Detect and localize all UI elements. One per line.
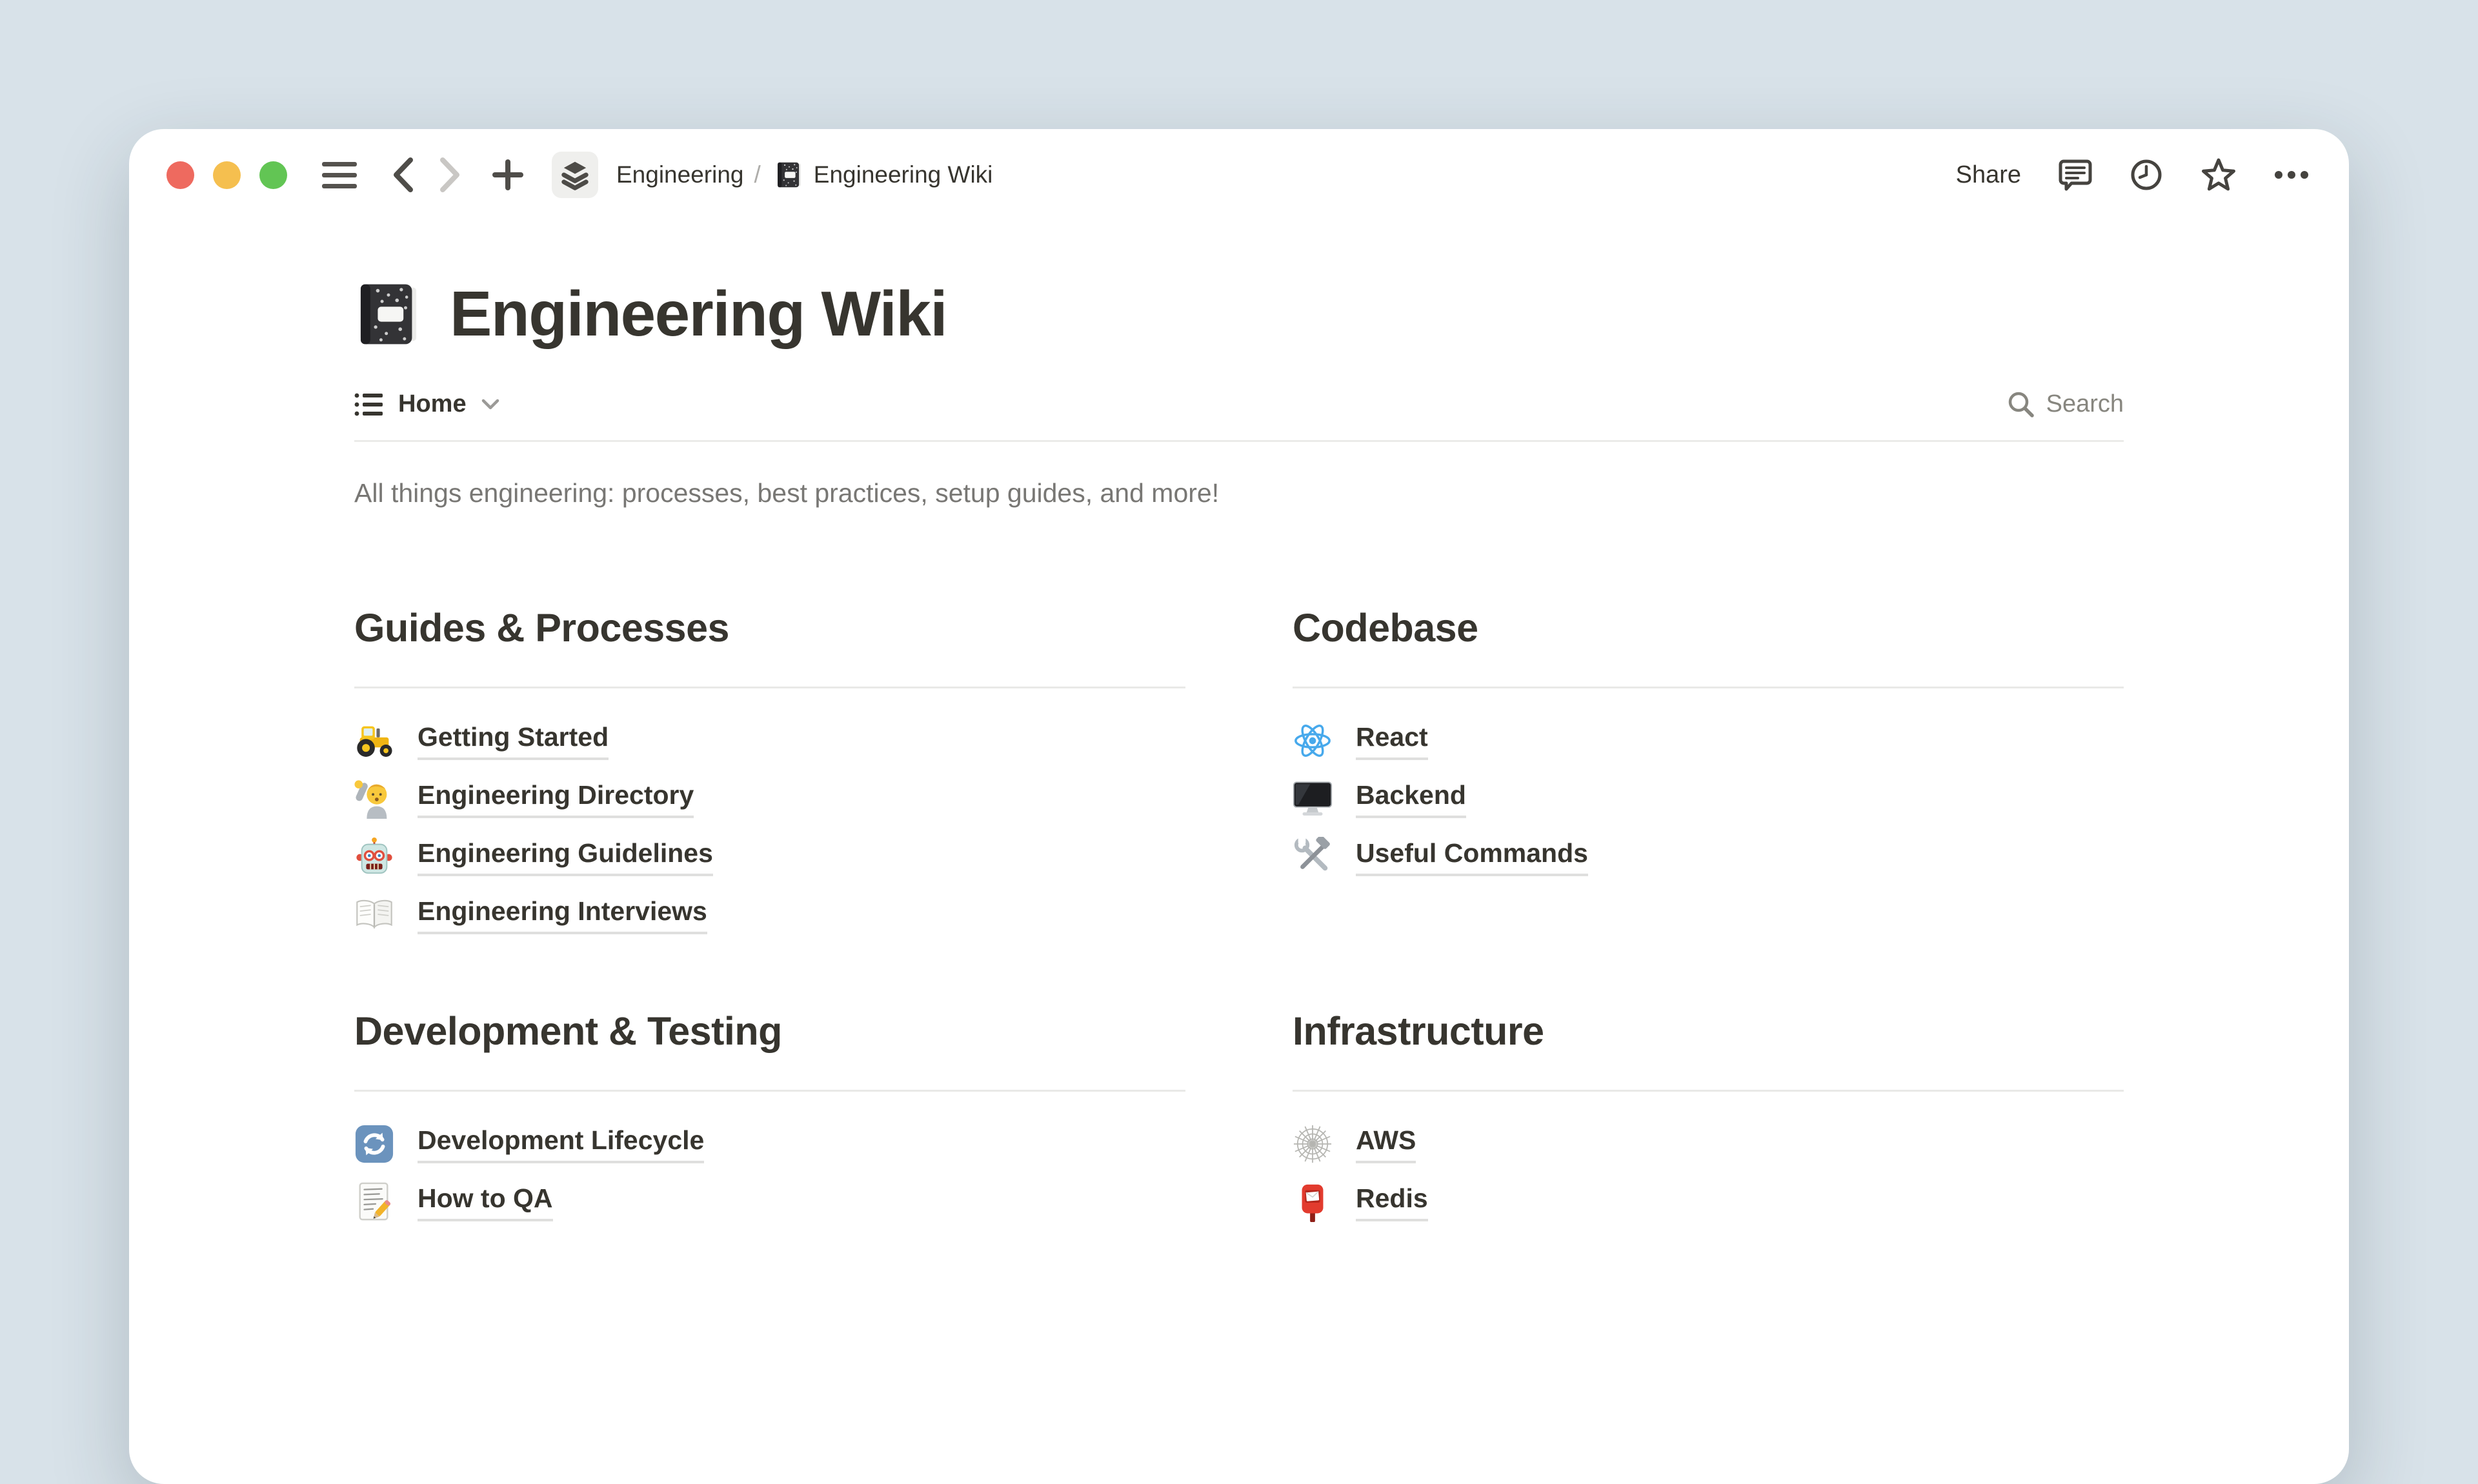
page-link-label: Engineering Guidelines xyxy=(418,838,713,876)
divider xyxy=(354,687,1185,688)
layers-icon xyxy=(559,159,591,191)
react-icon xyxy=(1293,721,1333,761)
window-titlebar: Engineering / Engineering Wiki Share xyxy=(129,129,2349,221)
page-link-label: Redis xyxy=(1356,1183,1428,1221)
page-link-label: Development Lifecycle xyxy=(418,1125,704,1163)
page-link-label: React xyxy=(1356,722,1428,760)
page-title[interactable]: Engineering Wiki xyxy=(450,277,947,350)
search-icon xyxy=(2008,391,2035,418)
page-link-useful-commands[interactable]: Useful Commands xyxy=(1293,828,2124,886)
more-options-icon[interactable] xyxy=(2274,170,2309,179)
memo-icon xyxy=(354,1182,394,1222)
section-title: Guides & Processes xyxy=(354,605,1185,650)
page-link-react[interactable]: React xyxy=(1293,712,2124,770)
bulleted-list-icon xyxy=(354,392,384,417)
page-link-getting-started[interactable]: Getting Started xyxy=(354,712,1185,770)
page-header: Engineering Wiki xyxy=(354,277,2124,350)
nav-back-icon[interactable] xyxy=(392,157,414,193)
search-label: Search xyxy=(2046,390,2124,418)
share-button[interactable]: Share xyxy=(1956,161,2021,189)
section-title: Development & Testing xyxy=(354,1008,1185,1054)
page-link-label: Getting Started xyxy=(418,722,609,760)
page-link-backend[interactable]: Backend xyxy=(1293,770,2124,828)
breadcrumb-parent[interactable]: Engineering xyxy=(616,161,743,188)
page-stack-button[interactable] xyxy=(552,152,598,198)
breadcrumb: Engineering / Engineering Wiki xyxy=(616,161,992,189)
hammer-wrench-icon xyxy=(1293,837,1333,877)
history-clock-icon[interactable] xyxy=(2130,158,2163,192)
page-link-engineering-directory[interactable]: Engineering Directory xyxy=(354,770,1185,828)
new-page-icon[interactable] xyxy=(490,157,526,193)
view-tabs-row: Home Search xyxy=(354,390,2124,442)
page-link-label: Useful Commands xyxy=(1356,838,1588,876)
robot-icon xyxy=(354,837,394,877)
divider xyxy=(1293,1090,2124,1092)
divider xyxy=(1293,687,2124,688)
page-link-label: Engineering Directory xyxy=(418,780,694,818)
page-columns: Guides & Processes xyxy=(354,605,2124,1231)
tab-home-label: Home xyxy=(398,390,467,418)
close-button[interactable] xyxy=(166,161,194,189)
comments-icon[interactable] xyxy=(2059,158,2092,192)
page-link-label: Backend xyxy=(1356,780,1466,818)
page-link-how-to-qa[interactable]: How to QA xyxy=(354,1173,1185,1231)
tab-home[interactable]: Home xyxy=(354,390,500,418)
favorite-star-icon[interactable] xyxy=(2201,157,2237,192)
section-codebase: Codebase React xyxy=(1293,605,2124,944)
section-infrastructure: Infrastructure AWS xyxy=(1293,1008,2124,1231)
minimize-button[interactable] xyxy=(213,161,241,189)
notebook-icon xyxy=(775,161,803,189)
spider-web-icon xyxy=(1293,1124,1333,1164)
desktop-computer-icon xyxy=(1293,779,1333,819)
section-guides-processes: Guides & Processes xyxy=(354,605,1185,944)
nav-forward-icon[interactable] xyxy=(439,157,461,193)
arrows-cycle-icon xyxy=(354,1124,394,1164)
notion-window: Engineering / Engineering Wiki Share xyxy=(129,129,2349,1484)
section-development-testing: Development & Testing Development Lifecy… xyxy=(354,1008,1185,1231)
search-button[interactable]: Search xyxy=(2008,390,2124,418)
page-description: All things engineering: processes, best … xyxy=(354,478,2124,508)
notebook-icon[interactable] xyxy=(354,280,423,348)
person-raising-hand-icon xyxy=(354,779,394,819)
page-link-label: Engineering Interviews xyxy=(418,896,707,934)
page-link-engineering-guidelines[interactable]: Engineering Guidelines xyxy=(354,828,1185,886)
postbox-icon xyxy=(1293,1182,1333,1222)
page-link-label: AWS xyxy=(1356,1125,1416,1163)
divider xyxy=(354,1090,1185,1092)
breadcrumb-current[interactable]: Engineering Wiki xyxy=(814,161,993,188)
window-controls xyxy=(166,161,287,189)
section-title: Codebase xyxy=(1293,605,2124,650)
page-link-redis[interactable]: Redis xyxy=(1293,1173,2124,1231)
page-link-label: How to QA xyxy=(418,1183,553,1221)
page-link-engineering-interviews[interactable]: Engineering Interviews xyxy=(354,886,1185,944)
page-link-aws[interactable]: AWS xyxy=(1293,1115,2124,1173)
sidebar-toggle-icon[interactable] xyxy=(321,159,358,191)
chevron-down-icon xyxy=(481,398,500,411)
open-book-icon xyxy=(354,895,394,935)
page-link-development-lifecycle[interactable]: Development Lifecycle xyxy=(354,1115,1185,1173)
tractor-icon xyxy=(354,721,394,761)
zoom-button[interactable] xyxy=(259,161,287,189)
section-title: Infrastructure xyxy=(1293,1008,2124,1054)
breadcrumb-separator: / xyxy=(754,161,760,188)
